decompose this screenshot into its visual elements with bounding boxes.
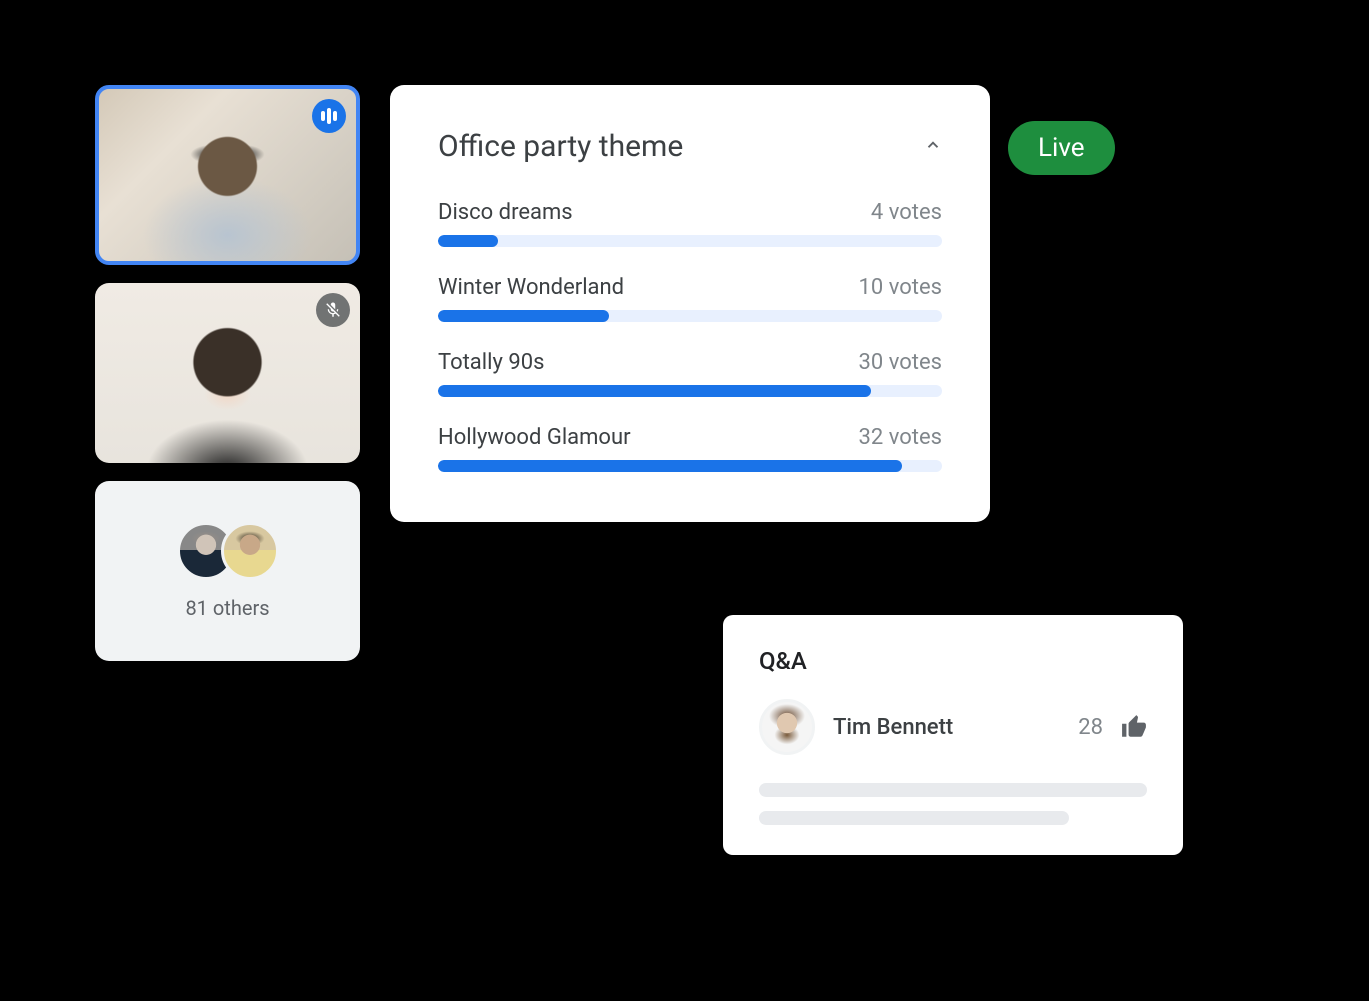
others-count-label: 81 others bbox=[185, 596, 269, 620]
qa-entry[interactable]: Tim Bennett 28 bbox=[759, 699, 1147, 755]
poll-bar bbox=[438, 310, 942, 322]
poll-option-label: Hollywood Glamour bbox=[438, 425, 631, 450]
live-badge: Live bbox=[1008, 121, 1115, 175]
chevron-up-icon[interactable] bbox=[924, 135, 942, 159]
poll-option-label: Disco dreams bbox=[438, 200, 573, 225]
poll-option-votes: 10 votes bbox=[859, 275, 942, 300]
poll-card: Office party theme Disco dreams 4 votes … bbox=[390, 85, 990, 522]
mic-muted-icon bbox=[316, 293, 350, 327]
poll-option-label: Totally 90s bbox=[438, 350, 544, 375]
avatar bbox=[221, 522, 279, 580]
qa-card: Q&A Tim Bennett 28 bbox=[723, 615, 1183, 855]
poll-bar bbox=[438, 460, 942, 472]
video-tile-participant[interactable] bbox=[95, 283, 360, 463]
participant-column: 81 others bbox=[95, 85, 360, 661]
poll-option[interactable]: Winter Wonderland 10 votes bbox=[438, 275, 942, 322]
speaking-indicator-icon bbox=[312, 99, 346, 133]
text-placeholder bbox=[759, 783, 1147, 797]
poll-option-label: Winter Wonderland bbox=[438, 275, 624, 300]
qa-title: Q&A bbox=[759, 647, 1147, 675]
poll-option-votes: 30 votes bbox=[859, 350, 942, 375]
poll-option-votes: 32 votes bbox=[859, 425, 942, 450]
poll-bar-fill bbox=[438, 310, 609, 322]
poll-bar bbox=[438, 385, 942, 397]
poll-bar bbox=[438, 235, 942, 247]
others-tile[interactable]: 81 others bbox=[95, 481, 360, 661]
poll-bar-fill bbox=[438, 385, 871, 397]
poll-bar-fill bbox=[438, 235, 498, 247]
text-placeholder bbox=[759, 811, 1069, 825]
poll-option[interactable]: Totally 90s 30 votes bbox=[438, 350, 942, 397]
qa-author: Tim Bennett bbox=[833, 715, 1060, 740]
qa-upvote-count: 28 bbox=[1078, 715, 1103, 740]
poll-title: Office party theme bbox=[438, 129, 683, 164]
avatar-stack bbox=[177, 522, 279, 580]
poll-option[interactable]: Disco dreams 4 votes bbox=[438, 200, 942, 247]
poll-option-votes: 4 votes bbox=[871, 200, 942, 225]
avatar bbox=[759, 699, 815, 755]
video-tile-speaker[interactable] bbox=[95, 85, 360, 265]
thumbs-up-icon[interactable] bbox=[1121, 714, 1147, 740]
poll-bar-fill bbox=[438, 460, 902, 472]
poll-option[interactable]: Hollywood Glamour 32 votes bbox=[438, 425, 942, 472]
